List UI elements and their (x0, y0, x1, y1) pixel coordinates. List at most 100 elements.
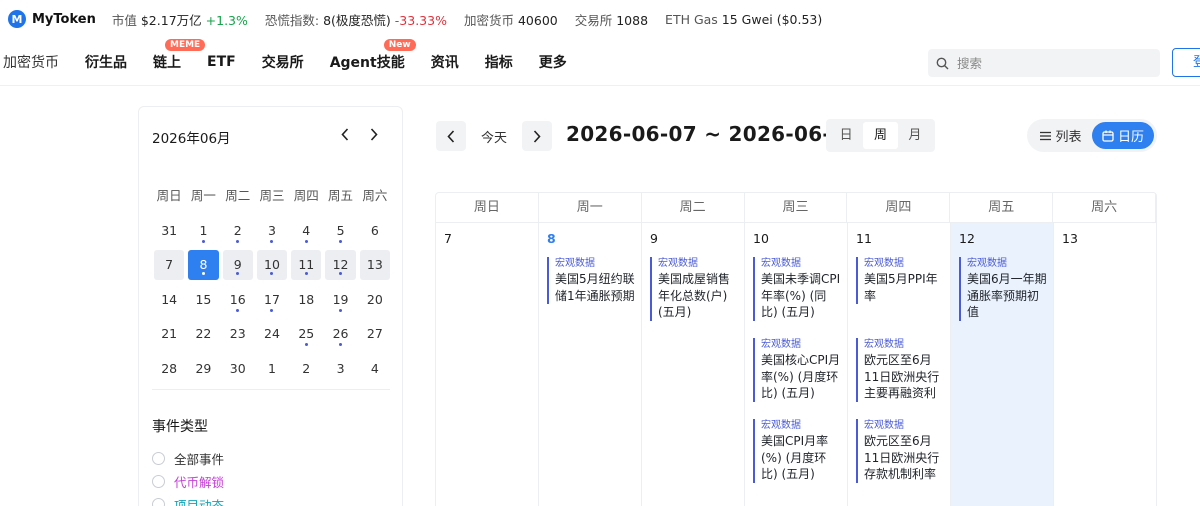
view-month-tab[interactable]: 月 (898, 122, 932, 149)
mini-day[interactable]: 12 (325, 249, 356, 280)
nav-derivatives[interactable]: 衍生品 (85, 52, 127, 72)
search-box[interactable] (928, 49, 1160, 77)
calendar-event[interactable]: 宏观数据 美国CPI月率(%) (月度环比) (五月) (753, 419, 841, 483)
eth-gas-stat[interactable]: ETH Gas 15 Gwei ($0.53) (665, 12, 822, 27)
mini-day-number: 2 (233, 222, 242, 238)
mini-day[interactable]: 13 (359, 249, 390, 280)
mini-day[interactable]: 4 (358, 351, 392, 386)
mini-day-number: 4 (302, 222, 311, 238)
calendar-event[interactable]: 宏观数据 美国6月一年期通胀率预期初值 (959, 257, 1047, 321)
eth-gas-value: 15 Gwei ($0.53) (721, 11, 823, 27)
mini-day[interactable]: 22 (186, 317, 220, 352)
mini-day[interactable]: 6 (358, 213, 392, 248)
mini-day[interactable]: 9 (222, 249, 253, 280)
view-day-tab[interactable]: 日 (829, 122, 863, 149)
event-type-filter-option[interactable]: 代币解锁 (152, 472, 224, 491)
event-type-filter-option[interactable]: 项目动态 (152, 495, 224, 506)
mini-day[interactable]: 21 (152, 317, 186, 352)
day-column[interactable]: 13 (1054, 223, 1156, 506)
mini-day[interactable]: 24 (255, 317, 289, 352)
brand-logo[interactable]: M MyToken (8, 10, 96, 28)
calendar-view-button[interactable]: 日历 (1092, 122, 1154, 149)
mini-day-number: 1 (268, 360, 276, 376)
mini-day[interactable]: 16 (221, 282, 255, 317)
fear-index-label: 恐慌指数: (264, 12, 320, 28)
radio-button[interactable] (152, 475, 165, 488)
calendar-icon (1102, 130, 1114, 142)
day-column[interactable]: 7 (436, 223, 539, 506)
day-column[interactable]: 11 宏观数据 美国5月PPI年率 宏观数据 欧元区至6月11日欧洲央行主要再融资利 宏观… (848, 223, 951, 506)
mini-day[interactable]: 5 (323, 213, 357, 248)
mini-next-month-button[interactable] (364, 123, 384, 145)
mini-day[interactable]: 2 (221, 213, 255, 248)
mini-day-number: 25 (298, 326, 315, 342)
calendar-event[interactable]: 宏观数据 美国成屋销售年化总数(户) (五月) (650, 257, 738, 321)
login-button[interactable]: 登 (1172, 48, 1200, 77)
mini-day[interactable]: 19 (323, 282, 357, 317)
calendar-event[interactable]: 宏观数据 欧元区至6月11日欧洲央行存款机制利率 (856, 419, 944, 483)
mini-day[interactable]: 11 (291, 249, 322, 280)
mini-day[interactable]: 31 (152, 213, 186, 248)
mini-day[interactable]: 23 (221, 317, 255, 352)
mini-day[interactable]: 28 (152, 351, 186, 386)
day-column[interactable]: 12 宏观数据 美国6月一年期通胀率预期初值 (951, 223, 1054, 506)
view-week-tab[interactable]: 周 (863, 122, 898, 149)
fear-index-stat[interactable]: 恐慌指数: 8(极度恐慌) -33.33% (265, 10, 447, 29)
list-view-button[interactable]: 列表 (1030, 122, 1092, 149)
market-cap-stat[interactable]: 市值 $2.17万亿 +1.3% (112, 10, 248, 29)
radio-button[interactable] (152, 452, 165, 465)
event-category: 宏观数据 (761, 339, 801, 350)
day-column[interactable]: 9 宏观数据 美国成屋销售年化总数(户) (五月) (642, 223, 745, 506)
nav-more[interactable]: 更多 (539, 52, 567, 72)
radio-button[interactable] (152, 498, 165, 506)
week-weekday-label: 周日 (436, 193, 539, 222)
nav-onchain[interactable]: 链上 MEME (153, 38, 206, 72)
mini-day[interactable]: 3 (255, 213, 289, 248)
mini-day[interactable]: 10 (256, 249, 288, 280)
fear-index-change: -33.33% (394, 12, 447, 28)
calendar-event[interactable]: 宏观数据 美国5月纽约联储1年通胀预期 (547, 257, 635, 304)
mini-day-selected[interactable]: 8 (188, 249, 219, 280)
mini-day[interactable]: 1 (255, 351, 289, 386)
exchanges-count-stat[interactable]: 交易所 1088 (575, 10, 648, 29)
calendar-event[interactable]: 宏观数据 欧元区至6月11日欧洲央行主要再融资利 (856, 338, 944, 402)
mini-day[interactable]: 26 (323, 317, 357, 352)
next-week-button[interactable] (522, 121, 552, 151)
calendar-event[interactable]: 宏观数据 美国未季调CPI年率(%) (同比) (五月) (753, 257, 841, 321)
coins-count-stat[interactable]: 加密货币 40600 (464, 10, 558, 29)
nav-indicators[interactable]: 指标 (485, 52, 513, 72)
mini-day[interactable]: 25 (289, 317, 323, 352)
mini-day[interactable]: 30 (221, 351, 255, 386)
event-dot (270, 239, 274, 243)
mini-day[interactable]: 7 (154, 249, 185, 280)
mini-day[interactable]: 29 (186, 351, 220, 386)
mini-day[interactable]: 14 (152, 282, 186, 317)
nav-agent-skills[interactable]: Agent技能 New (330, 38, 416, 72)
event-type-filter-option[interactable]: 全部事件 (152, 449, 224, 468)
mini-weekday-label: 周三 (259, 188, 285, 203)
nav-news[interactable]: 资讯 (431, 52, 459, 72)
day-column[interactable]: 10 宏观数据 美国未季调CPI年率(%) (同比) (五月) 宏观数据 美国核心CPI… (745, 223, 848, 506)
mini-day[interactable]: 4 (289, 213, 323, 248)
mini-day[interactable]: 17 (255, 282, 289, 317)
mini-day[interactable]: 3 (323, 351, 357, 386)
calendar-event[interactable]: 宏观数据 美国核心CPI月率(%) (月度环比) (五月) (753, 338, 841, 402)
event-dot (201, 272, 205, 275)
calendar-event[interactable]: 宏观数据 美国5月PPI年率 (856, 257, 944, 304)
mini-day[interactable]: 2 (289, 351, 323, 386)
today-button[interactable]: 今天 (474, 121, 514, 151)
nav-etf[interactable]: ETF (207, 54, 236, 70)
nav-exchanges[interactable]: 交易所 (262, 52, 304, 72)
mini-day[interactable]: 20 (358, 282, 392, 317)
search-input[interactable] (957, 55, 1147, 71)
day-column[interactable]: 8 宏观数据 美国5月纽约联储1年通胀预期 (539, 223, 642, 506)
mini-day-number: 24 (264, 326, 280, 342)
mini-day[interactable]: 27 (358, 317, 392, 352)
nav-crypto[interactable]: 加密货币 (3, 52, 59, 72)
mini-prev-month-button[interactable] (335, 123, 355, 145)
nav-onchain-label: 链上 (153, 54, 181, 71)
mini-day[interactable]: 1 (186, 213, 220, 248)
mini-day[interactable]: 18 (289, 282, 323, 317)
mini-day[interactable]: 15 (186, 282, 220, 317)
prev-week-button[interactable] (436, 121, 466, 151)
